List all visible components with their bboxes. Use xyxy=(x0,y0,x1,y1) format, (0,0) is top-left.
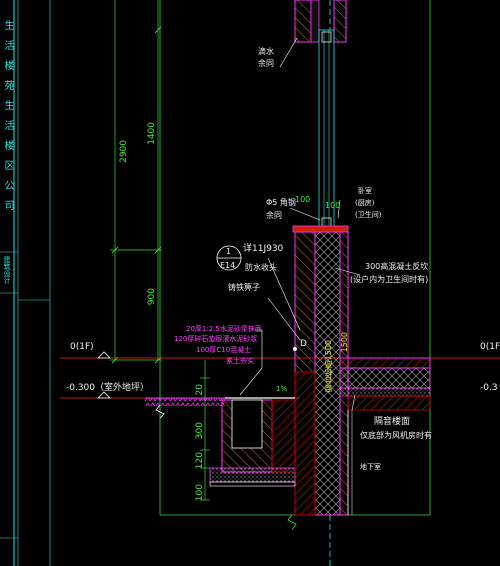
layer-label-3: 100厚C10混凝土 xyxy=(196,346,252,354)
basement-label: 地下室 xyxy=(360,463,381,471)
upper-wall-inner xyxy=(333,0,347,43)
lower-wall-outer xyxy=(294,231,316,373)
right-floor-level-label: 0(1F xyxy=(480,342,500,352)
dim-sill-height: 1500 xyxy=(340,332,349,353)
dim-sill: 20 xyxy=(195,384,205,396)
dim-wall-thickness: 100 xyxy=(295,195,311,204)
dim-foundation-120: 120 xyxy=(195,452,205,470)
waterproof-label: 防水收头 xyxy=(245,263,277,272)
floor-slab xyxy=(339,357,431,369)
point-d-label: D xyxy=(300,339,307,349)
title-block-text: 生活楼苑生活楼区公司 xyxy=(2,20,13,220)
right-outdoor-level-label: -0.3 xyxy=(480,383,498,393)
ground-soil xyxy=(145,398,225,406)
upper-wall-outer xyxy=(294,0,312,43)
room-sub-label-2: (卫生间) xyxy=(355,211,382,219)
title-block-tag: 建筑设计 xyxy=(3,256,11,284)
window-sill xyxy=(292,225,349,233)
downpipe-label: 铸铁箅子 xyxy=(228,283,260,292)
steel-sub-label: 余同 xyxy=(266,211,282,220)
dim-foundation-300: 300 xyxy=(195,422,205,440)
dim-total-height: 2900 xyxy=(119,140,129,163)
steel-label: Φ5 角钢 xyxy=(266,198,296,207)
room-sub-label-1: (厨房) xyxy=(355,199,375,207)
cad-drawing-canvas: 生活楼苑生活楼区公司 建筑设计 2900 1400 900 20 300 120… xyxy=(0,0,500,566)
insulation-label: 隔音楼面 xyxy=(374,417,411,427)
drip-label: 滴水 xyxy=(258,47,274,56)
wall-vertical-label: 窗台标高1500 xyxy=(324,340,333,393)
upturn-sub-label: (设户内为卫生间时有) xyxy=(350,275,429,284)
slope-note: 1% xyxy=(276,385,288,393)
dim-foundation-100: 100 xyxy=(195,484,205,502)
layer-label-1: 20厚1:2.5水泥砂浆抹面 xyxy=(186,325,262,333)
floor-level-label: 0(1F) xyxy=(70,342,94,352)
layer-label-4: 素土夯实 xyxy=(226,357,254,365)
dim-lower: 900 xyxy=(147,288,157,306)
room-label: 卧室 xyxy=(358,187,372,195)
dim-frame: 100 xyxy=(325,201,341,210)
layer-label-2: 120厚碎石垫层灌水泥砂浆 xyxy=(174,335,258,343)
floor-insulation xyxy=(339,367,431,389)
drip-sub-label: 余同 xyxy=(258,59,274,68)
structural-slab xyxy=(347,395,431,411)
detail-reference: 详11J930 xyxy=(243,244,284,254)
insulation-sub-label: 仅底部为风机房时有 xyxy=(360,431,432,440)
foundation-wall xyxy=(294,371,316,516)
outdoor-level-label: -0.300（室外地坪） xyxy=(66,383,150,393)
callout-number: 1 xyxy=(226,247,232,256)
callout-ref: E14 xyxy=(220,261,236,270)
upturn-label: 300高混凝土反坎 xyxy=(365,262,429,271)
drain-channel xyxy=(231,399,263,449)
dim-upper: 1400 xyxy=(147,122,157,145)
